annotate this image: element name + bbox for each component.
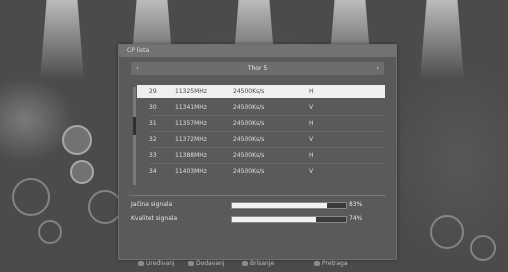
footer-search[interactable]: Pretraga — [314, 258, 348, 270]
green-key-icon — [188, 261, 194, 266]
satellite-selector[interactable]: ‹ Thor 5 › — [131, 62, 384, 75]
channel-symbol-rate: 24500Ks/s — [233, 136, 265, 143]
signal-quality-bar — [231, 216, 347, 223]
panel-title: CP lista — [119, 45, 396, 57]
bubble — [62, 125, 92, 155]
channel-number: 34 — [149, 168, 157, 175]
signal-quality-fill — [232, 217, 317, 222]
blue-key-icon — [314, 261, 320, 266]
row-divider — [149, 131, 385, 132]
bubble — [70, 160, 94, 184]
bubble — [470, 235, 496, 261]
spotlight — [40, 0, 84, 80]
section-divider — [129, 195, 386, 196]
red-key-icon — [138, 261, 144, 266]
channel-frequency: 11325MHz — [175, 88, 207, 95]
channel-frequency: 11372MHz — [175, 136, 207, 143]
arrow-right-icon[interactable]: › — [376, 62, 379, 75]
channel-frequency: 11341MHz — [175, 104, 207, 111]
channel-frequency: 11388MHz — [175, 152, 207, 159]
yellow-key-icon — [242, 261, 248, 266]
channel-polarization: V — [309, 104, 314, 111]
scrollbar-thumb[interactable] — [133, 117, 136, 135]
signal-quality-value: 74% — [349, 215, 363, 222]
footer-hints: Uređivanj Dodavanj Brisanje Pretraga — [138, 258, 378, 270]
channel-symbol-rate: 24500Ks/s — [233, 152, 265, 159]
channel-symbol-rate: 24500Ks/s — [233, 168, 265, 175]
channel-polarization: H — [309, 88, 314, 95]
channel-symbol-rate: 24500Ks/s — [233, 120, 265, 127]
footer-delete[interactable]: Brisanje — [242, 258, 274, 270]
signal-strength-value: 83% — [349, 201, 363, 208]
table-row[interactable]: 29 11325MHz 24500Ks/s H — [137, 85, 385, 98]
channel-polarization: H — [309, 120, 314, 127]
footer-add-label: Dodavanj — [196, 260, 225, 267]
row-divider — [149, 115, 385, 116]
bubble — [430, 215, 464, 249]
table-row[interactable]: 34 11403MHz 24500Ks/s V — [137, 165, 385, 178]
bubble — [38, 220, 62, 244]
footer-delete-label: Brisanje — [250, 260, 275, 267]
signal-quality-label: Kvalitet signala — [131, 215, 178, 222]
signal-strength-fill — [232, 203, 327, 208]
channel-number: 32 — [149, 136, 157, 143]
table-row[interactable]: 31 11357MHz 24500Ks/s H — [137, 117, 385, 130]
signal-strength-bar — [231, 202, 347, 209]
satellite-name: Thor 5 — [247, 65, 268, 72]
footer-edit-label: Uređivanj — [146, 260, 175, 267]
channel-symbol-rate: 24500Ks/s — [233, 88, 265, 95]
channel-list: 29 11325MHz 24500Ks/s H 30 11341MHz 2450… — [133, 85, 385, 189]
footer-edit[interactable]: Uređivanj — [138, 258, 175, 270]
table-row[interactable]: 30 11341MHz 24500Ks/s V — [137, 101, 385, 114]
table-row[interactable]: 33 11388MHz 24500Ks/s H — [137, 149, 385, 162]
spotlight — [420, 0, 464, 80]
row-divider — [149, 163, 385, 164]
channel-number: 30 — [149, 104, 157, 111]
channel-polarization: V — [309, 168, 314, 175]
arrow-left-icon[interactable]: ‹ — [136, 62, 139, 75]
channel-frequency: 11357MHz — [175, 120, 207, 127]
channel-symbol-rate: 24500Ks/s — [233, 104, 265, 111]
row-divider — [149, 147, 385, 148]
table-row[interactable]: 32 11372MHz 24500Ks/s V — [137, 133, 385, 146]
bubble — [88, 190, 122, 224]
footer-search-label: Pretraga — [322, 260, 348, 267]
scrollbar[interactable] — [133, 87, 136, 185]
channel-number: 33 — [149, 152, 157, 159]
signal-strength-label: Jačina signala — [131, 201, 173, 208]
channel-number: 29 — [149, 88, 157, 95]
bubble — [12, 178, 50, 216]
channel-frequency: 11403MHz — [175, 168, 207, 175]
channel-polarization: V — [309, 136, 314, 143]
channel-polarization: H — [309, 152, 314, 159]
channel-number: 31 — [149, 120, 157, 127]
channel-panel: CP lista ‹ Thor 5 › 29 11325MHz 24500Ks/… — [118, 44, 397, 260]
footer-add[interactable]: Dodavanj — [188, 258, 224, 270]
